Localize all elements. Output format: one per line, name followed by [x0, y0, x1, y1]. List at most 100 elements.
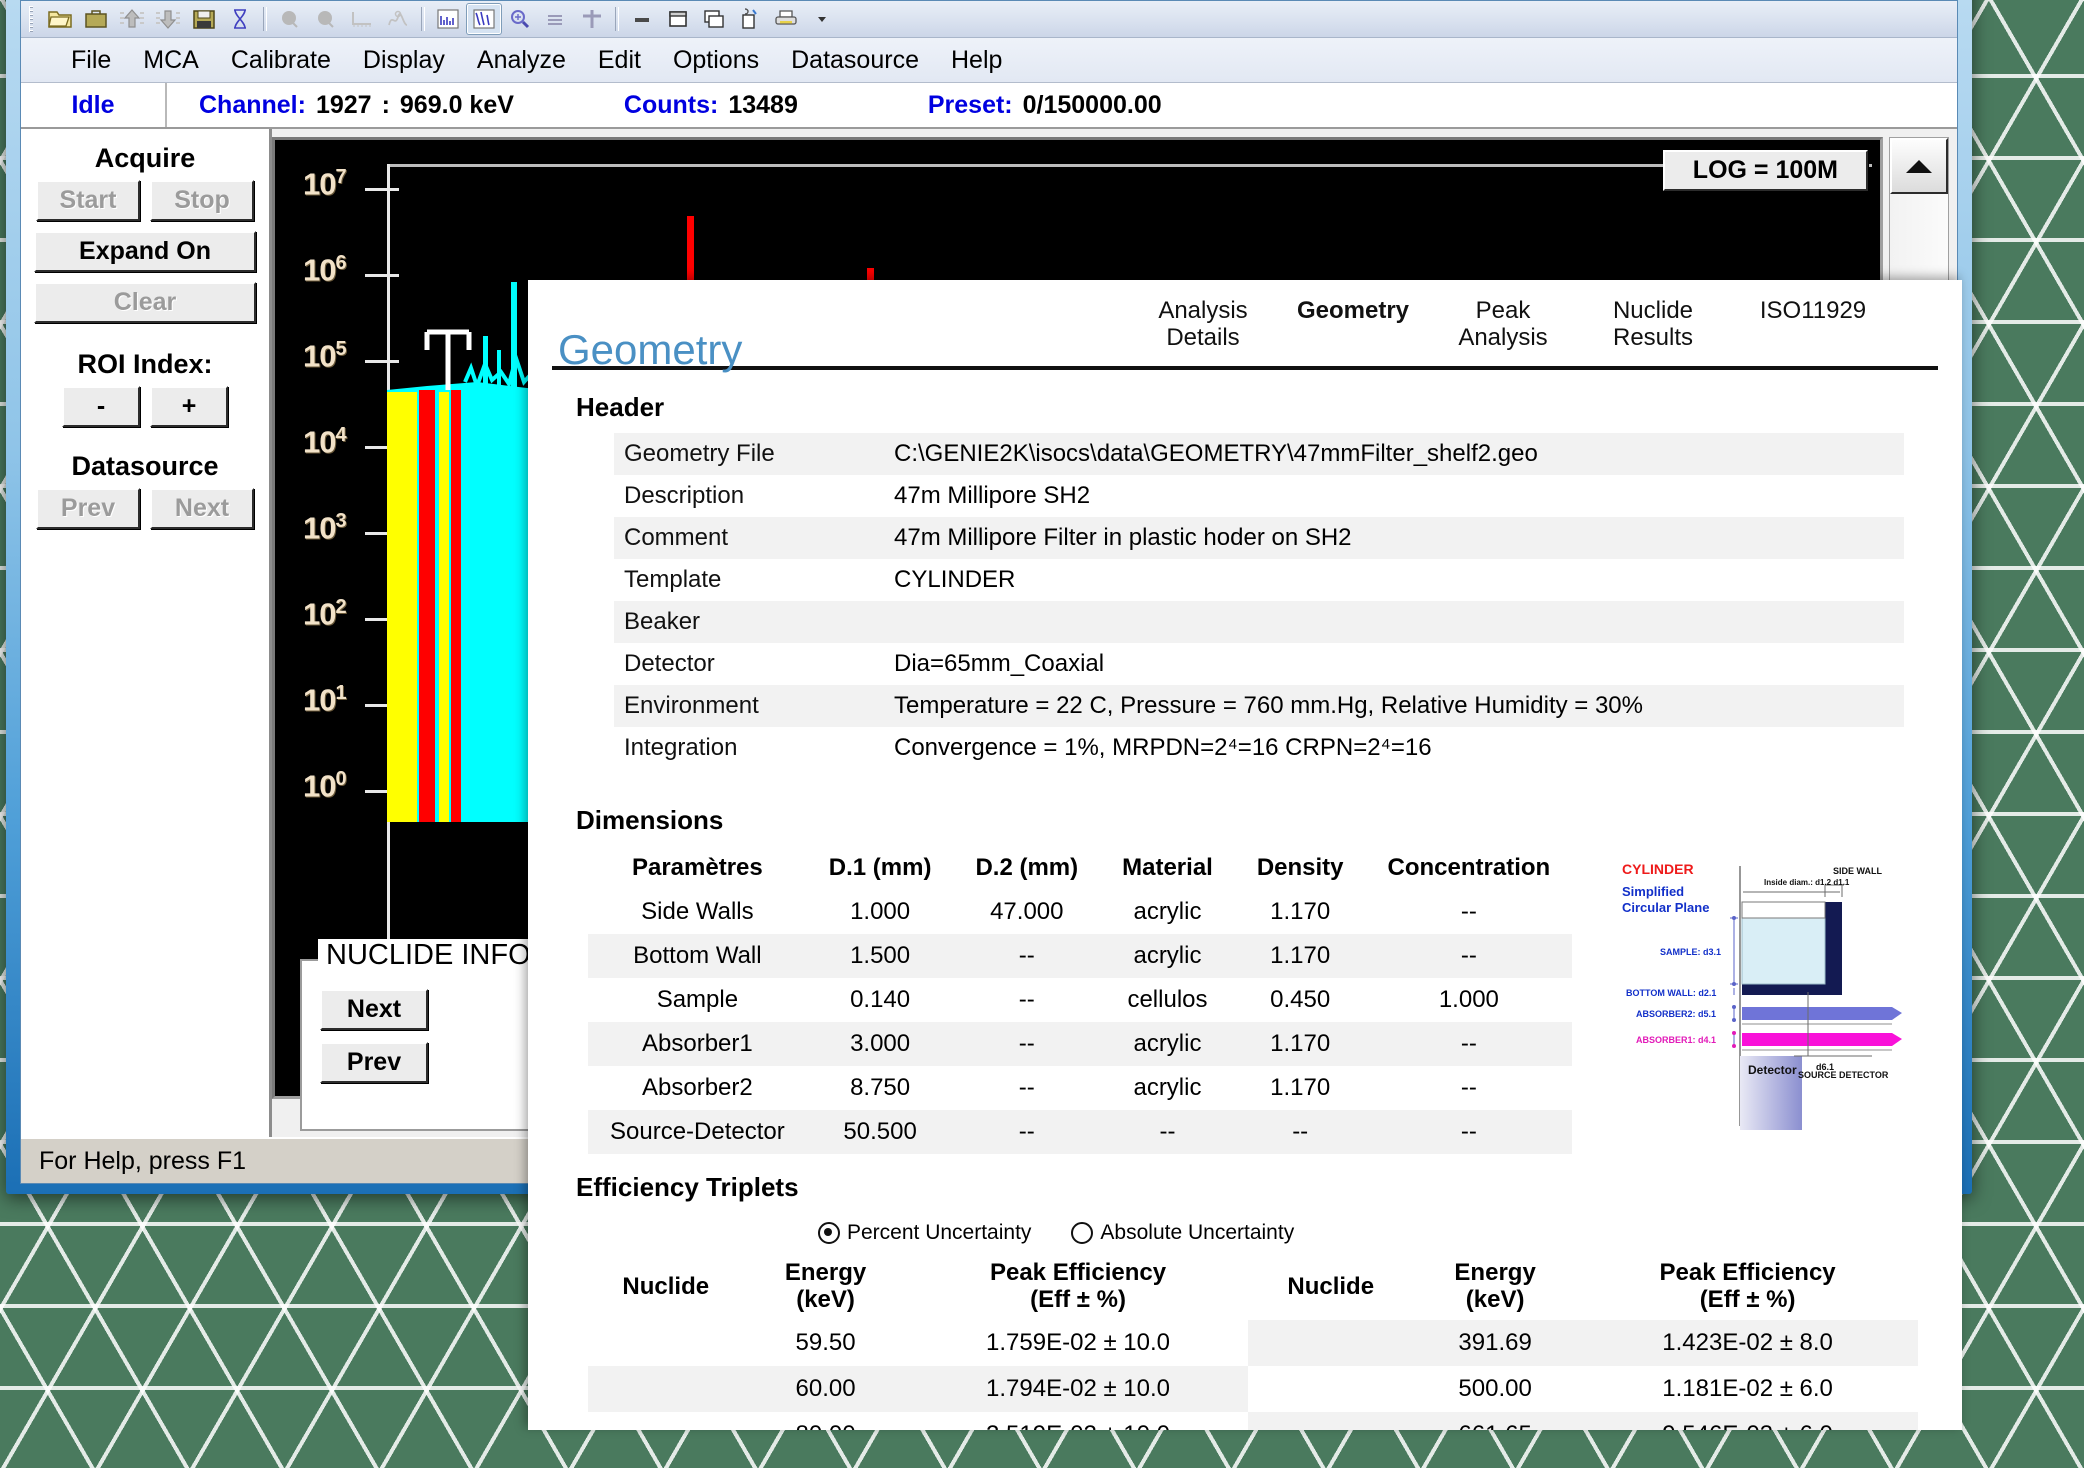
- print-icon[interactable]: [768, 3, 804, 35]
- dim-d1: 1.500: [806, 933, 954, 978]
- tab-iso11929[interactable]: ISO11929: [1728, 297, 1898, 352]
- toolbar-separator: [263, 7, 267, 31]
- toolbar-grip[interactable]: [29, 6, 36, 32]
- roi-index-title: ROI Index:: [77, 349, 213, 379]
- counts-value: 13489: [728, 90, 798, 119]
- dim-param: Absorber2: [588, 1065, 807, 1110]
- stack-icon[interactable]: [538, 3, 574, 35]
- report-page-title: Geometry: [558, 326, 743, 373]
- header-key-integration: Integration: [624, 733, 738, 761]
- header-section-title: Header: [576, 391, 665, 422]
- dim-col-d1: D.1 (mm): [828, 853, 932, 881]
- zoom-icon[interactable]: [502, 3, 538, 35]
- table-row: Side Walls 1.000 47.000 acrylic 1.170 --: [588, 889, 1573, 934]
- header-key-detector: Detector: [624, 649, 715, 677]
- geometry-report-window: Analysis Details Geometry Peak Analysis …: [528, 280, 1962, 1430]
- radio-percent-uncertainty[interactable]: Percent Uncertainty: [818, 1221, 1031, 1245]
- bar-spectrum-icon[interactable]: [430, 3, 466, 35]
- table-row: Comment 47m Millipore Filter in plastic …: [614, 516, 1904, 559]
- report-icon[interactable]: [732, 3, 768, 35]
- header-value-template: CYLINDER: [894, 565, 1016, 593]
- eff-col-energy-right: Energy (keV): [1454, 1258, 1536, 1314]
- tab-analysis-details[interactable]: Analysis Details: [1128, 297, 1278, 352]
- crosshair-icon[interactable]: [574, 3, 610, 35]
- log-scale-button[interactable]: LOG = 100M: [1662, 150, 1868, 191]
- circle-gray-icon[interactable]: [272, 3, 308, 35]
- start-button[interactable]: Start: [36, 180, 140, 221]
- toolbar-separator-3: [615, 7, 619, 31]
- eff-value-right: 9.546E-03 ± 6.0: [1577, 1411, 1918, 1430]
- baseline-icon[interactable]: [344, 3, 380, 35]
- eff-nuclide-left: [588, 1319, 744, 1366]
- dim-param: Side Walls: [588, 889, 807, 934]
- dim-col-concentration: Concentration: [1387, 853, 1551, 881]
- menu-help[interactable]: Help: [935, 44, 1018, 77]
- dropdown-arrow-icon[interactable]: [804, 3, 840, 35]
- cascade-icon[interactable]: [696, 3, 732, 35]
- tab-geometry[interactable]: Geometry: [1278, 297, 1428, 352]
- nuclide-next-button[interactable]: Next: [320, 989, 428, 1030]
- radio-percent-label: Percent Uncertainty: [847, 1220, 1032, 1244]
- dimensions-section-title: Dimensions: [576, 804, 724, 835]
- status-state: Idle: [71, 90, 115, 119]
- dim-param: Source-Detector: [588, 1109, 807, 1154]
- circle-gray-icon-2[interactable]: [308, 3, 344, 35]
- tab-cover-page[interactable]: [978, 298, 1128, 352]
- energy-value: 969.0 keV: [399, 90, 514, 119]
- table-row: Integration Convergence = 1%, MRPDN=2⁴=1…: [614, 726, 1904, 769]
- header-value-integration: Convergence = 1%, MRPDN=2⁴=16 CRPN=2⁴=16: [894, 733, 1432, 761]
- header-table: Geometry File C:\GENIE2K\isocs\data\GEOM…: [614, 432, 1904, 769]
- dim-density: 0.450: [1234, 977, 1366, 1022]
- scroll-up-button[interactable]: [1890, 138, 1948, 194]
- menu-analyze[interactable]: Analyze: [461, 44, 582, 77]
- ytick-1e2: 102: [303, 596, 347, 632]
- menu-mca[interactable]: MCA: [127, 44, 215, 77]
- menu-display[interactable]: Display: [347, 44, 461, 77]
- peak-strip-icon[interactable]: [380, 3, 416, 35]
- roi-plus-button[interactable]: +: [150, 386, 228, 427]
- ytick-1e7: 107: [303, 166, 347, 202]
- figure-label-simplified-1: Simplified: [1622, 884, 1684, 899]
- upload-arrow-icon[interactable]: [114, 3, 150, 35]
- dim-col-d2: D.2 (mm): [975, 853, 1079, 881]
- menu-options[interactable]: Options: [657, 44, 775, 77]
- save-disk-icon[interactable]: [186, 3, 222, 35]
- open-folder-icon[interactable]: [42, 3, 78, 35]
- eff-col-nuclide-right: Nuclide: [1287, 1272, 1375, 1300]
- datasource-prev-button[interactable]: Prev: [36, 488, 140, 529]
- roi-minus-button[interactable]: -: [62, 386, 140, 427]
- help-status-text: For Help, press F1: [39, 1146, 247, 1175]
- toolbar-separator-2: [421, 7, 425, 31]
- minimize-icon[interactable]: [624, 3, 660, 35]
- eff-value-left: 1.759E-02 ± 10.0: [907, 1319, 1249, 1366]
- download-arrow-icon[interactable]: [150, 3, 186, 35]
- stop-button[interactable]: Stop: [150, 180, 254, 221]
- datasource-title: Datasource: [71, 451, 219, 481]
- datasource-next-button[interactable]: Next: [150, 488, 254, 529]
- table-row: Environment Temperature = 22 C, Pressure…: [614, 684, 1904, 727]
- tab-peak-analysis[interactable]: Peak Analysis: [1428, 297, 1578, 352]
- eff-value-right: 1.423E-02 ± 8.0: [1577, 1319, 1918, 1366]
- counts-label: Counts:: [623, 90, 719, 119]
- clear-button[interactable]: Clear: [34, 282, 256, 323]
- figure-label-source-detector: SOURCE DETECTOR: [1798, 1070, 1889, 1080]
- toolbar: [21, 1, 1957, 38]
- briefcase-icon[interactable]: [78, 3, 114, 35]
- nuclide-prev-button[interactable]: Prev: [320, 1042, 428, 1083]
- expand-on-button[interactable]: Expand On: [34, 231, 256, 272]
- tab-nuclide-results[interactable]: Nuclide Results: [1578, 297, 1728, 352]
- eff-value-left: 2.519E-02 ± 10.0: [907, 1411, 1249, 1430]
- menu-edit[interactable]: Edit: [582, 44, 657, 77]
- dim-conc: --: [1365, 933, 1573, 978]
- ytick-1e6: 106: [303, 252, 347, 288]
- menu-file[interactable]: File: [55, 44, 127, 77]
- menu-calibrate[interactable]: Calibrate: [215, 44, 347, 77]
- report-header: Analysis Details Geometry Peak Analysis …: [528, 280, 1962, 373]
- radio-absolute-uncertainty[interactable]: Absolute Uncertainty: [1071, 1221, 1294, 1245]
- table-row: Template CYLINDER: [614, 558, 1904, 601]
- hourglass-icon[interactable]: [222, 3, 258, 35]
- table-row: Source-Detector 50.500 -- -- -- --: [588, 1109, 1573, 1154]
- maximize-icon[interactable]: [660, 3, 696, 35]
- log-spectrum-icon[interactable]: [466, 3, 502, 35]
- menu-datasource[interactable]: Datasource: [775, 44, 935, 77]
